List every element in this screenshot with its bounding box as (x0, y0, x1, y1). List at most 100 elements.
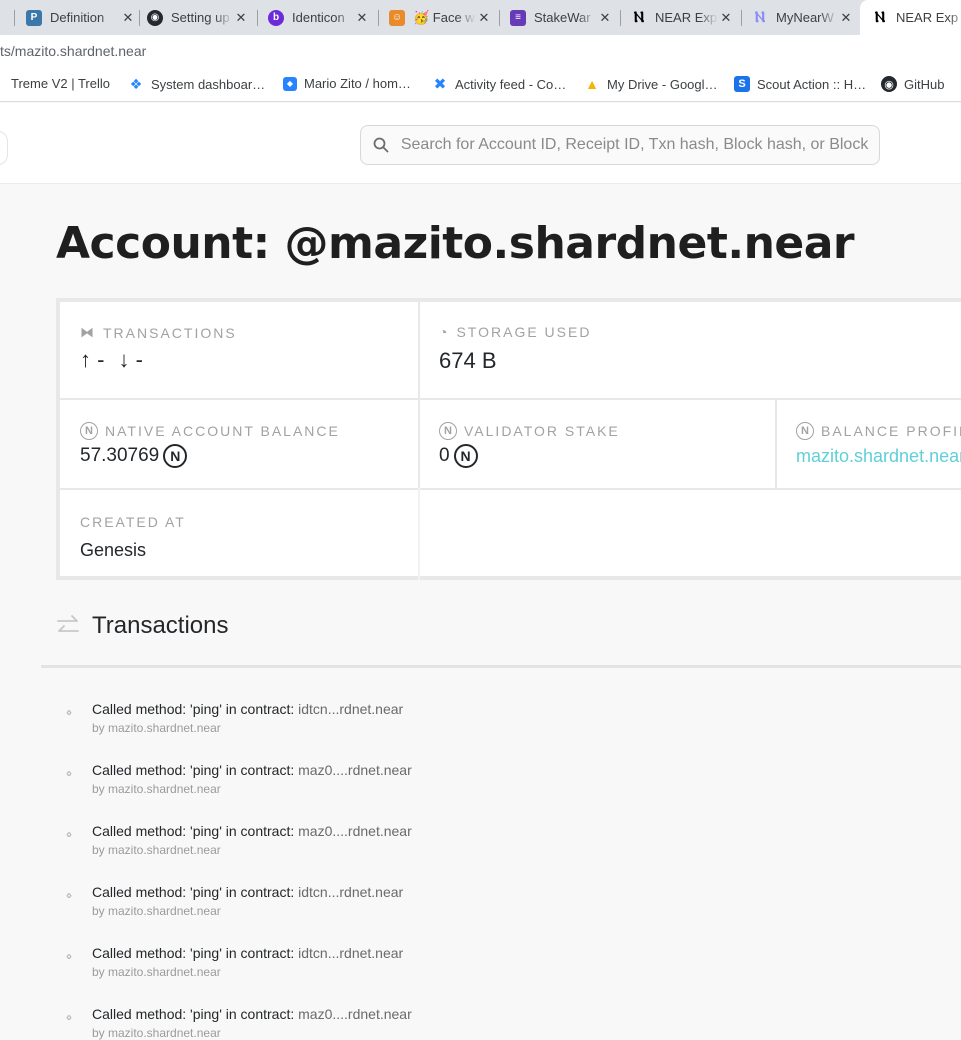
tab-identicon[interactable]: b Identicon ✕ (268, 0, 370, 35)
tab-setting-up[interactable]: ◉ Setting up ✕ (147, 0, 249, 35)
transactions-stat: ⧓ Transactions ↑ - ↓ - (80, 324, 237, 373)
close-icon[interactable]: ✕ (476, 10, 492, 26)
bookmark-confluence[interactable]: ✖ Activity feed - Co… (432, 76, 567, 93)
search-icon (361, 137, 401, 153)
tab-stakewars[interactable]: ≡ StakeWar ✕ (510, 0, 613, 35)
stake-stat: N Validator Stake 0 N (439, 422, 620, 468)
tx-action: Called method: 'ping' in contract: (92, 884, 295, 900)
tab-mynearwallet[interactable]: Ⲛ MyNearW ✕ (752, 0, 854, 35)
bookmark-label: System dashboar… (151, 76, 266, 92)
network-switcher[interactable] (0, 131, 8, 165)
face-icon: ☺ (389, 9, 405, 26)
tab-label: Definition (50, 10, 105, 25)
jira-icon: ❖ (129, 75, 143, 92)
profile-label: Balance Profile (821, 423, 961, 439)
bookmark-label: Treme V2 | Trello (11, 76, 110, 91)
profile-stat: N Balance Profile mazito.shardnet.near (796, 422, 961, 467)
close-icon[interactable]: ✕ (0, 10, 4, 26)
balance-stat: N Native Account Balance 57.30769 N (80, 422, 340, 468)
bookmark-drive[interactable]: ▲ My Drive - Googl… (584, 76, 718, 92)
address-bar[interactable]: ts/mazito.shardnet.near (0, 35, 961, 69)
created-label: Created At (80, 514, 186, 530)
balance-value: 57.30769 (80, 445, 160, 466)
transfer-arrows-icon (57, 615, 79, 632)
tx-signer: by mazito.shardnet.near (92, 721, 221, 735)
tab-face[interactable]: ☺ 🥳 Face w ✕ (389, 0, 492, 35)
storage-stat: ◔ Storage Used 674 B (439, 324, 591, 374)
bookmark-label: GitHub (904, 76, 945, 92)
bookmark-jira[interactable]: ❖ System dashboar… (128, 76, 265, 92)
tab-label: Setting up (171, 10, 230, 25)
tab-label: Identicon (292, 10, 345, 25)
address-url[interactable]: ts/mazito.shardnet.near (0, 43, 146, 59)
drive-icon: ▲ (585, 76, 599, 92)
tab-definition[interactable]: P Definition ✕ (26, 0, 136, 35)
bookmark-bitbucket[interactable]: ◆ Mario Zito / hom… (283, 76, 411, 91)
tab-near-explorer[interactable]: Ⲛ NEAR Exp ✕ (631, 0, 734, 35)
tx-signer: by mazito.shardnet.near (92, 904, 221, 918)
python-icon: P (26, 9, 42, 26)
tx-contract[interactable]: idtcn...rdnet.near (298, 701, 403, 717)
divider (775, 398, 777, 488)
near-token-icon: N (453, 444, 478, 468)
function-call-icon: ‹› (66, 705, 72, 719)
account-info-card: ⧓ Transactions ↑ - ↓ - ◔ Storage Used 674 … (56, 298, 961, 580)
close-icon[interactable]: ✕ (233, 10, 249, 26)
tx-contract[interactable]: maz0....rdnet.near (298, 1006, 412, 1022)
identicon-icon: b (268, 9, 284, 26)
close-icon[interactable]: ✕ (838, 10, 854, 26)
near-icon: Ⲛ (633, 9, 645, 26)
tx-contract[interactable]: idtcn...rdnet.near (298, 884, 403, 900)
bookmark-label: Scout Action :: H… (757, 76, 867, 92)
tx-action: Called method: 'ping' in contract: (92, 945, 295, 961)
stake-value: 0 (439, 445, 450, 466)
bookmark-label: Mario Zito / hom… (304, 76, 411, 91)
divider (60, 488, 961, 490)
search-input[interactable] (400, 136, 879, 154)
close-icon[interactable]: ✕ (354, 10, 370, 26)
near-token-icon: N (439, 422, 457, 440)
tx-action: Called method: 'ping' in contract: (92, 762, 295, 778)
mynear-icon: Ⲛ (754, 9, 766, 26)
github-icon: ◉ (881, 76, 897, 92)
near-token-icon: N (796, 422, 814, 440)
stake-label: Validator Stake (464, 423, 620, 439)
bookmark-label: Activity feed - Co… (455, 76, 567, 92)
site-header (0, 103, 961, 184)
tx-action: Called method: 'ping' in contract: (92, 823, 295, 839)
function-call-icon: ‹› (66, 949, 72, 963)
storage-icon: ◔ (439, 324, 450, 340)
tx-signer: by mazito.shardnet.near (92, 843, 221, 857)
confluence-icon: ✖ (433, 76, 447, 93)
close-icon[interactable]: ✕ (120, 10, 136, 26)
bookmarks-bar: Treme V2 | Trello ❖ System dashboar… ◆ M… (0, 69, 961, 102)
tx-contract[interactable]: maz0....rdnet.near (298, 762, 412, 778)
bookmark-label: My Drive - Googl… (607, 76, 718, 92)
incoming-count: ↓ - (118, 347, 143, 372)
bookmark-scout[interactable]: S Scout Action :: H… (734, 76, 866, 92)
tab-near-explorer-active[interactable]: Ⲛ NEAR Exp (860, 0, 961, 35)
section-divider (41, 665, 961, 668)
tx-signer: by mazito.shardnet.near (92, 1026, 221, 1040)
page-title: Account: @mazito.shardnet.near (56, 218, 855, 269)
close-icon[interactable]: ✕ (597, 10, 613, 26)
tx-signer: by mazito.shardnet.near (92, 782, 221, 796)
divider (418, 302, 420, 488)
transactions-label: Transactions (103, 324, 237, 341)
bookmark-trello[interactable]: Treme V2 | Trello (11, 76, 110, 91)
balance-profile-link[interactable]: mazito.shardnet.near (796, 446, 961, 467)
function-call-icon: ‹› (66, 1010, 72, 1024)
tx-contract[interactable]: maz0....rdnet.near (298, 823, 412, 839)
tab-label: NEAR Exp (896, 10, 959, 25)
near-token-icon: N (163, 444, 188, 468)
search-box[interactable] (360, 125, 880, 165)
browser-tab-strip: ✕ P Definition ✕ ◉ Setting up ✕ b Identi… (0, 0, 961, 35)
tx-contract[interactable]: idtcn...rdnet.near (298, 945, 403, 961)
near-token-icon: N (80, 422, 98, 440)
bookmark-github[interactable]: ◉ GitHub (881, 76, 944, 92)
function-call-icon: ‹› (66, 827, 72, 841)
close-icon[interactable]: ✕ (718, 10, 734, 26)
tab-label: 🥳 Face w (413, 9, 475, 25)
function-call-icon: ‹› (66, 766, 72, 780)
divider (418, 488, 420, 580)
